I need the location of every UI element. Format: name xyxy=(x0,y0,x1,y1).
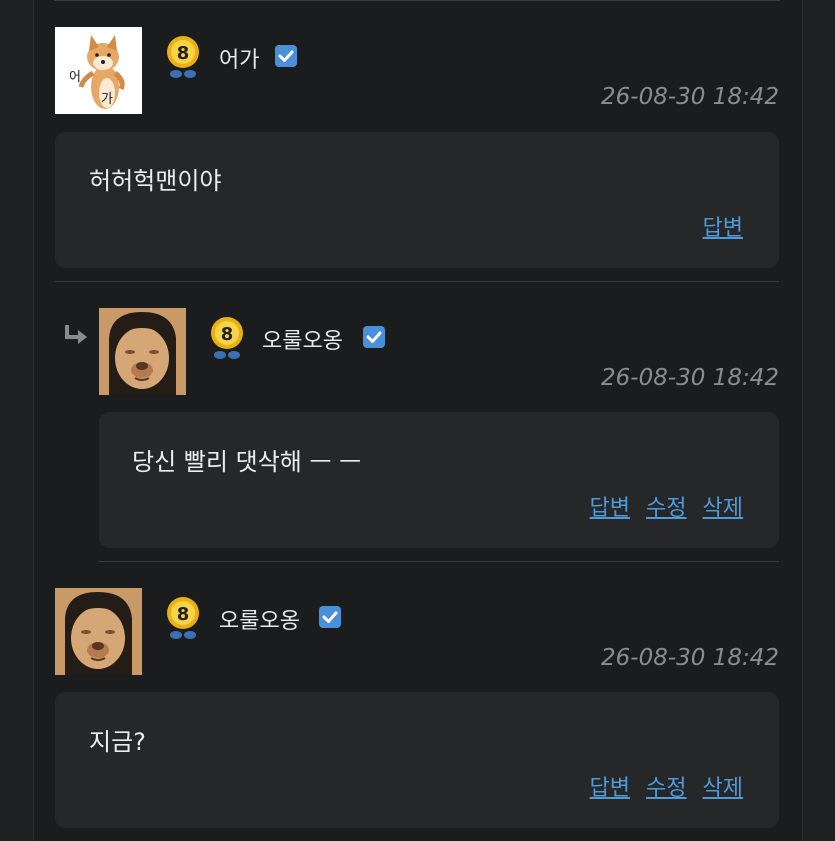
divider xyxy=(99,561,779,562)
avatar[interactable]: 어 가 xyxy=(55,27,142,114)
reply-button[interactable]: 답변 xyxy=(590,490,630,522)
divider xyxy=(55,281,779,282)
avatar-text: 어 xyxy=(69,70,81,85)
delete-button[interactable]: 삭제 xyxy=(703,490,743,522)
face-meme-avatar xyxy=(99,308,186,395)
author-nickname[interactable]: 어가 xyxy=(219,42,259,74)
reply-button[interactable]: 답변 xyxy=(590,770,630,802)
comment-text: 허허헉맨이야 xyxy=(89,167,222,195)
verified-check-icon xyxy=(363,326,385,348)
svg-text:8: 8 xyxy=(221,324,234,345)
level-8-badge-icon: 8 xyxy=(167,597,199,639)
verified-check-icon xyxy=(275,45,297,67)
delete-button[interactable]: 삭제 xyxy=(703,770,743,802)
avatar-text: 가 xyxy=(101,92,113,107)
comment-text: 지금? xyxy=(89,728,146,756)
svg-text:8: 8 xyxy=(177,43,190,64)
face-meme-avatar xyxy=(55,588,142,675)
comment-bubble: 허허헉맨이야 답변 xyxy=(55,132,779,268)
author-nickname[interactable]: 오룰오옹 xyxy=(219,603,300,635)
comment-bubble: 지금? 답변 수정 삭제 xyxy=(55,692,779,828)
comment-actions: 답변 수정 삭제 xyxy=(590,490,743,522)
reply-arrow-icon xyxy=(65,325,87,344)
comment-actions: 답변 xyxy=(703,210,743,242)
edit-button[interactable]: 수정 xyxy=(646,770,686,802)
comment-text: 당신 빨리 댓삭해 ㅡ ㅡ xyxy=(132,448,362,476)
comment-date: 26-08-30 18:42 xyxy=(601,645,779,671)
divider xyxy=(54,0,780,1)
verified-check-icon xyxy=(319,606,341,628)
reply-button[interactable]: 답변 xyxy=(703,210,743,242)
author-nickname[interactable]: 오룰오옹 xyxy=(262,323,343,355)
level-8-badge-icon: 8 xyxy=(211,317,243,359)
edit-button[interactable]: 수정 xyxy=(646,490,686,522)
avatar[interactable] xyxy=(99,308,186,395)
comment-date: 26-08-30 18:42 xyxy=(601,84,779,110)
comment-bubble: 당신 빨리 댓삭해 ㅡ ㅡ 답변 수정 삭제 xyxy=(99,412,779,548)
comment-date: 26-08-30 18:42 xyxy=(601,365,779,391)
level-8-badge-icon: 8 xyxy=(167,36,199,78)
comment-actions: 답변 수정 삭제 xyxy=(590,770,743,802)
avatar[interactable] xyxy=(55,588,142,675)
shiba-dog-sticker: 어 가 xyxy=(55,27,142,114)
svg-text:8: 8 xyxy=(177,604,190,625)
